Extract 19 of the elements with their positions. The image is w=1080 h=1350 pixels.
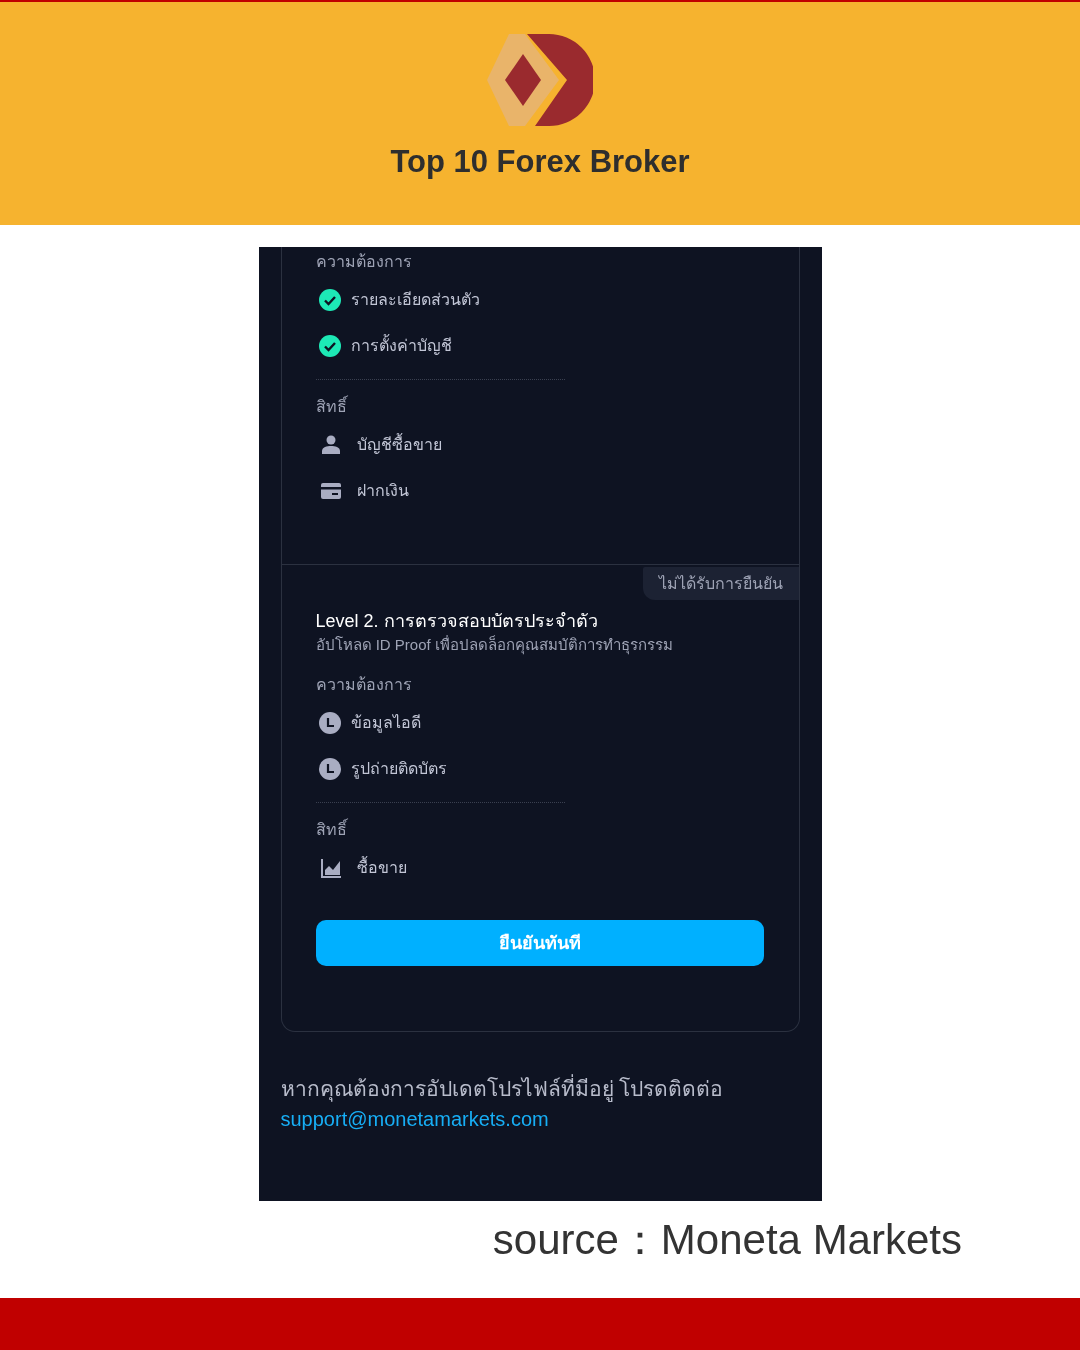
level-description: อัปโหลด ID Proof เพื่อปลดล็อกคุณสมบัติการทำธุรกรรม: [315, 634, 674, 656]
item-label: บัญชีซื้อขาย: [356, 433, 442, 457]
item-label: การตั้งค่าบัญชี: [350, 334, 452, 358]
status-badge: ไม่ได้รับการยืนยัน: [642, 567, 799, 600]
section-label: สิทธิ์: [315, 815, 799, 845]
section-label: ความต้องการ: [315, 675, 413, 695]
item-label: รายละเอียดส่วนตัว: [350, 290, 480, 310]
email-link[interactable]: support@monetamarkets.com: [280, 1104, 549, 1134]
contact-note: หากคุณต้องการอัปเดตโปรไฟล์ที่มีอยู่ โปรดติดต่อ: [280, 1074, 800, 1104]
section-label: ความต้องการ: [315, 252, 413, 272]
source-caption: source：Moneta Markets: [492, 1219, 962, 1261]
banner-title: Top 10 Forex Broker: [390, 146, 690, 177]
level-title: Level 2. การตรวจสอบบัตรประจำตัว: [315, 610, 599, 633]
logo-icon: [487, 34, 593, 126]
item-label: ข้อมูลไอดี: [350, 713, 421, 735]
section-label: สิทธิ์: [315, 392, 779, 422]
item-label: รูปถ่ายติดบัตร: [350, 759, 447, 781]
item-label: ฝากเงิน: [356, 481, 409, 501]
item-label: ซื้อขาย: [356, 856, 407, 880]
